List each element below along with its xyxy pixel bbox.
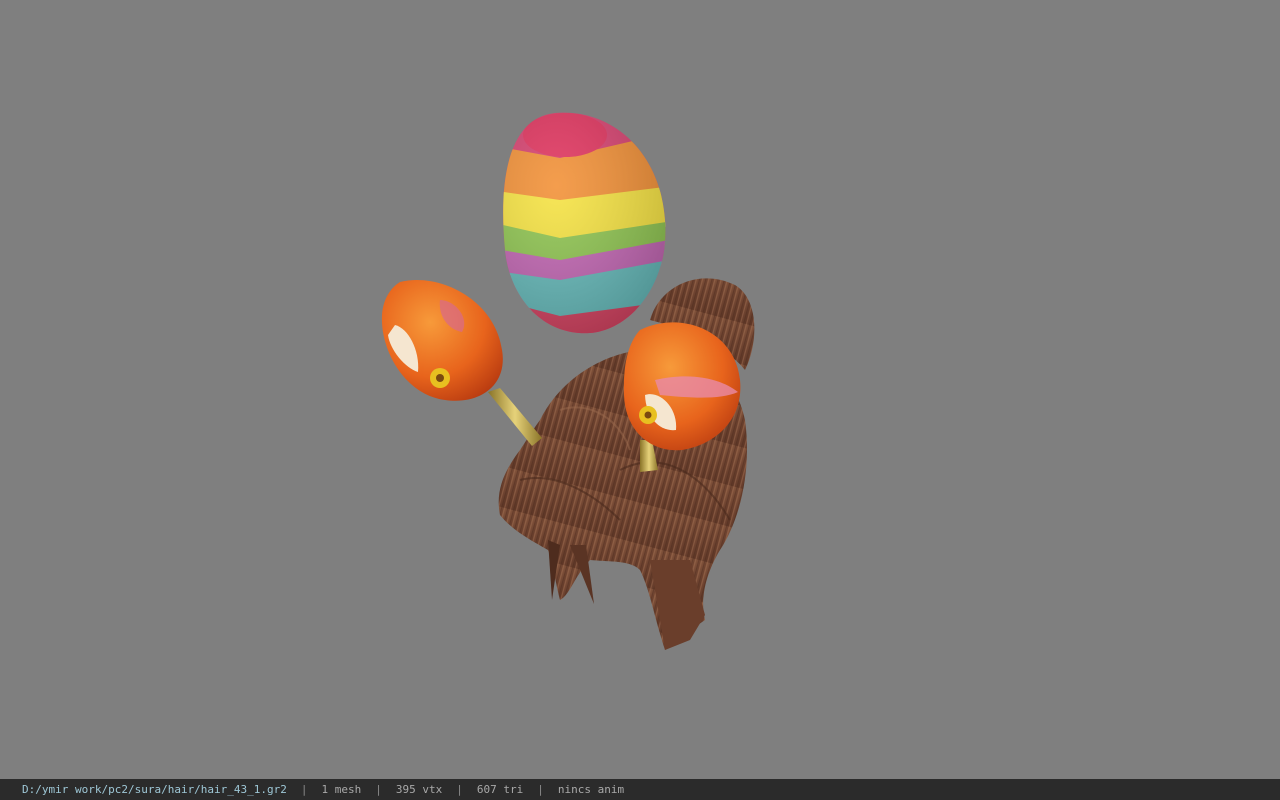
separator: | <box>375 783 382 796</box>
model-render <box>381 112 755 650</box>
hair-mesh <box>498 278 755 650</box>
left-stick <box>488 388 542 446</box>
triangle-count-text: 607 tri <box>476 783 524 796</box>
left-maraca <box>381 279 503 401</box>
mesh-count-text: 1 mesh <box>321 783 362 796</box>
separator: | <box>300 783 308 796</box>
file-path-text: D:/ymir work/pc2/sura/hair/hair_43_1.gr2 <box>22 783 287 796</box>
animation-status-text: nincs anim <box>557 783 625 796</box>
vertex-count-text: 395 vtx <box>395 783 443 796</box>
separator: | <box>537 783 544 796</box>
separator: | <box>456 783 463 796</box>
3d-viewport[interactable] <box>0 0 1280 779</box>
rainbow-egg <box>503 112 666 334</box>
status-bar: D:/ymir work/pc2/sura/hair/hair_43_1.gr2… <box>0 779 1280 800</box>
